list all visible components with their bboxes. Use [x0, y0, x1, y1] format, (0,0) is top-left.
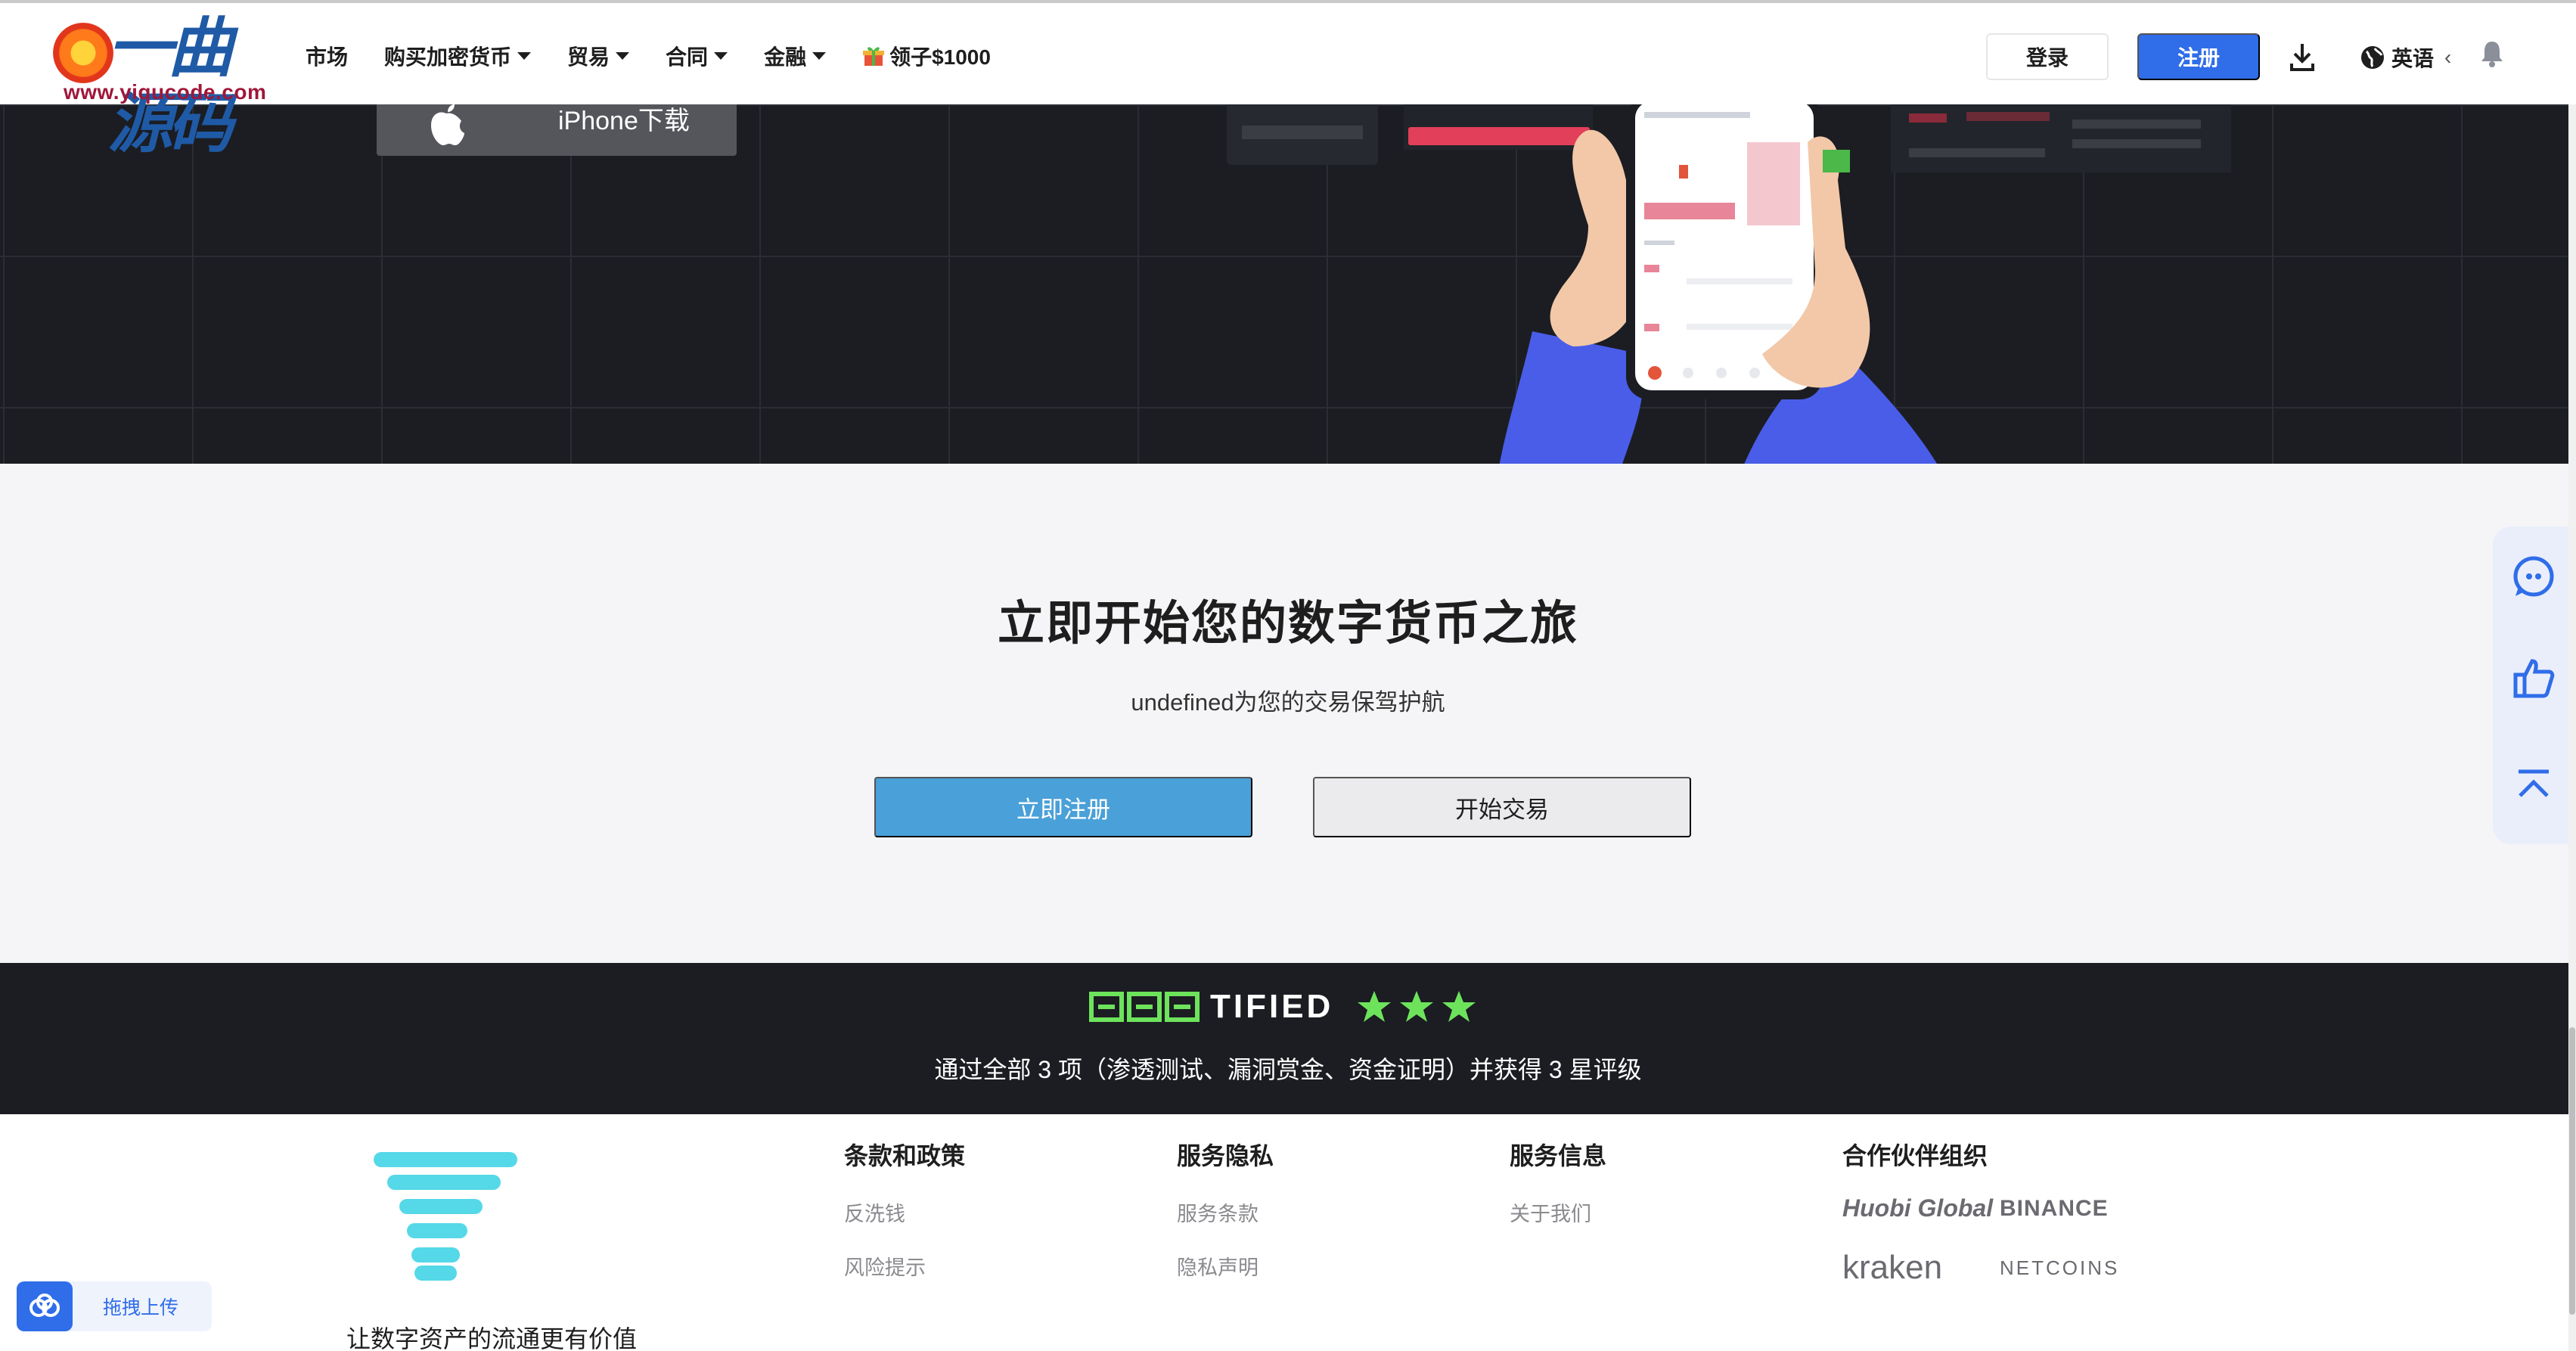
login-button[interactable]: 登录 — [1986, 33, 2109, 80]
partner-netcoins[interactable]: NETCOINS — [2000, 1256, 2119, 1280]
nav-item-label: 合同 — [666, 45, 709, 69]
chat-icon[interactable] — [2511, 554, 2556, 599]
footer-col-title: 条款和政策 — [844, 1142, 966, 1169]
nav-item-market[interactable]: 市场 — [306, 41, 348, 71]
site-footer: 让数字资产的流通更有价值 条款和政策 反洗钱 风险提示 服务隐私 服务条款 隐私… — [0, 1114, 2576, 1351]
thumbs-up-icon[interactable] — [2511, 655, 2556, 700]
certified-logo: TIFIED — [1089, 986, 1483, 1028]
phone-in-hands-illustration — [1499, 104, 1938, 464]
cta-title: 立即开始您的数字货币之旅 — [997, 598, 1578, 650]
hero-section: iPhone下载 — [0, 104, 2576, 464]
page-scrollbar[interactable] — [2568, 104, 2576, 1351]
register-button[interactable]: 注册 — [2137, 33, 2260, 80]
footer-partners: 合作伙伴组织 Huobi Global BINANCE kraken NETCO… — [1842, 1137, 2160, 1315]
nav-item-label: 市场 — [306, 45, 349, 69]
chart-panel-preview — [1227, 104, 1378, 165]
star-icon — [1358, 991, 1392, 1022]
certified-band: TIFIED 通过全部 3 项（渗透测试、漏洞赏金、资金证明）并获得 3 星评级 — [0, 963, 2576, 1114]
footer-col-title: 服务隐私 — [1177, 1142, 1274, 1169]
bell-icon[interactable] — [2479, 39, 2505, 68]
register-now-button[interactable]: 立即注册 — [874, 777, 1252, 837]
cta-section: 立即开始您的数字货币之旅 undefined为您的交易保驾护航 立即注册 开始交… — [0, 464, 2576, 963]
nav-item-contract[interactable]: 合同 — [666, 41, 728, 71]
main-nav: 市场 购买加密货币 贸易 合同 金融 领子$1000 — [306, 35, 1027, 77]
nav-item-buy-crypto[interactable]: 购买加密货币 — [384, 41, 532, 71]
gift-icon — [863, 47, 885, 66]
partner-binance[interactable]: BINANCE — [2000, 1196, 2109, 1222]
scrollbar-thumb[interactable] — [2569, 1027, 2575, 1315]
cer-box-icon — [1127, 992, 1162, 1022]
star-rating — [1356, 989, 1483, 1025]
nav-item-label: 购买加密货币 — [384, 45, 512, 69]
footer-col-privacy: 服务隐私 服务条款 隐私声明 — [1177, 1137, 1274, 1305]
chevron-left-icon: ‹ — [2444, 45, 2452, 69]
site-logo[interactable]: 一曲源码 www.yiqucode.com — [53, 11, 280, 160]
footer-col-info: 服务信息 关于我们 — [1510, 1137, 1606, 1251]
cta-subtitle: undefined为您的交易保驾护航 — [1131, 689, 1445, 716]
logo-burst-icon — [53, 23, 113, 83]
nav-item-label: 领子$1000 — [889, 45, 991, 69]
caret-down-icon — [812, 52, 827, 60]
language-label: 英语 — [2391, 47, 2435, 70]
nav-item-label: 金融 — [764, 45, 807, 69]
partner-logos: Huobi Global BINANCE kraken NETCOINS — [1842, 1194, 2160, 1315]
certified-word: TIFIED — [1210, 988, 1334, 1025]
top-header: 一曲源码 www.yiqucode.com 市场 购买加密货币 贸易 合同 金融 — [0, 0, 2576, 160]
star-icon — [1400, 991, 1434, 1022]
nav-item-label: 贸易 — [567, 45, 610, 69]
cloud-upload-icon — [17, 1281, 73, 1331]
start-trading-button[interactable]: 开始交易 — [1313, 777, 1691, 837]
apple-icon — [431, 104, 464, 145]
nav-item-bonus[interactable]: 领子$1000 — [862, 41, 991, 71]
footer-col-title: 服务信息 — [1510, 1142, 1607, 1169]
certified-description: 通过全部 3 项（渗透测试、漏洞赏金、资金证明）并获得 3 星评级 — [934, 1056, 1642, 1083]
cer-box-icon — [1089, 992, 1124, 1022]
caret-down-icon — [616, 52, 630, 60]
star-icon — [1442, 991, 1476, 1022]
partner-kraken[interactable]: kraken — [1842, 1249, 1942, 1287]
side-dock — [2493, 526, 2576, 844]
footer-link-privacy-statement[interactable]: 隐私声明 — [1177, 1251, 1274, 1281]
footer-slogan: 让数字资产的流通更有价值 — [346, 1325, 638, 1351]
upload-label: 拖拽上传 — [103, 1297, 179, 1318]
footer-link-about[interactable]: 关于我们 — [1510, 1197, 1606, 1227]
nav-item-finance[interactable]: 金融 — [764, 41, 827, 71]
language-selector[interactable]: 英语 ‹ — [2360, 41, 2451, 74]
iphone-download-label: iPhone下载 — [558, 107, 690, 135]
iphone-download-button[interactable]: iPhone下载 — [377, 104, 737, 156]
nav-item-trade[interactable]: 贸易 — [567, 41, 630, 71]
footer-col-terms: 条款和政策 反洗钱 风险提示 — [844, 1137, 965, 1305]
caret-down-icon — [714, 52, 728, 60]
footer-link-aml[interactable]: 反洗钱 — [844, 1197, 965, 1227]
partner-huobi[interactable]: Huobi Global — [1842, 1194, 1993, 1222]
caret-down-icon — [517, 52, 532, 60]
drag-upload-widget[interactable]: 拖拽上传 — [17, 1281, 212, 1331]
back-to-top-icon[interactable] — [2511, 762, 2556, 808]
partners-title: 合作伙伴组织 — [1842, 1142, 1988, 1169]
cer-box-icon — [1165, 992, 1200, 1022]
logo-url: www.yiqucode.com — [64, 80, 267, 104]
footer-link-risk[interactable]: 风险提示 — [844, 1251, 965, 1281]
footer-logo — [374, 1152, 517, 1281]
footer-link-terms-of-service[interactable]: 服务条款 — [1177, 1197, 1274, 1227]
download-icon[interactable] — [2287, 41, 2317, 74]
globe-icon — [2361, 46, 2384, 69]
